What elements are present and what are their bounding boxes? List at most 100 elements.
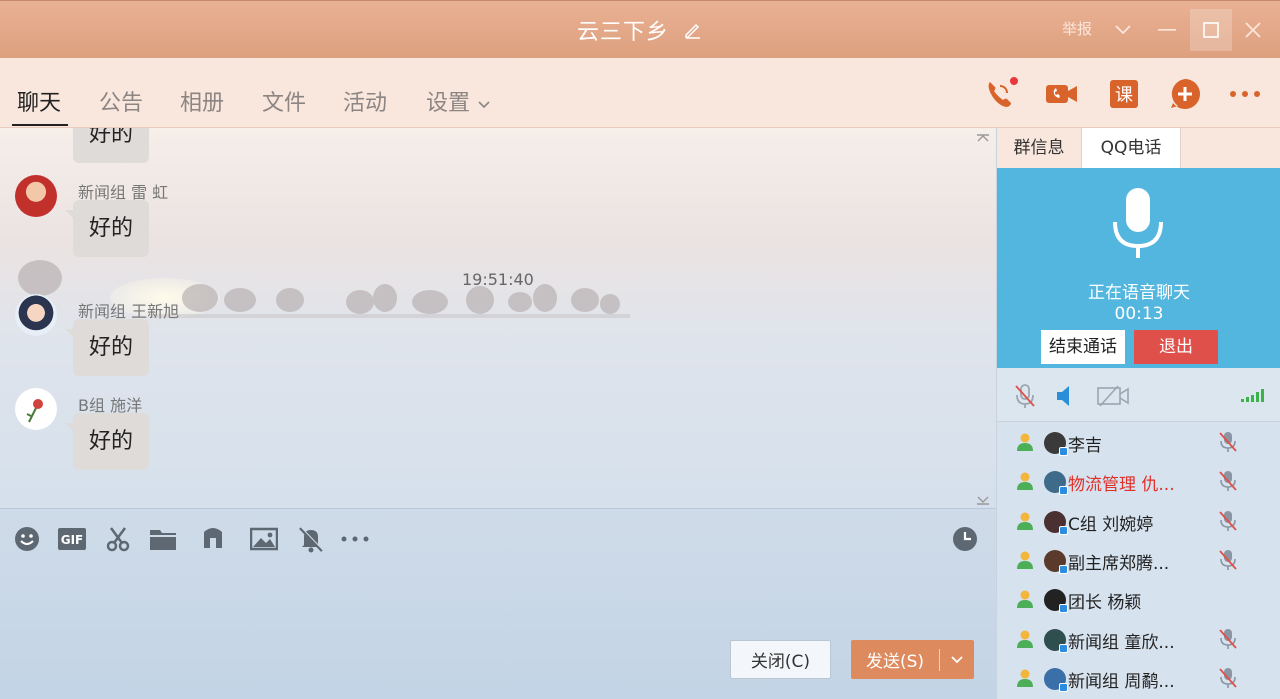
exit-button[interactable]: 退出	[1134, 330, 1218, 364]
title-bar: 云三下乡 举报	[0, 0, 1280, 58]
member-row[interactable]: 李吉	[997, 423, 1280, 462]
add-icon[interactable]	[1167, 76, 1203, 112]
member-row[interactable]: C组 刘婉婷	[997, 502, 1280, 541]
settings-chevron-icon	[478, 101, 490, 109]
member-row[interactable]: 新闻组 童欣...	[997, 620, 1280, 659]
member-status-icon	[1015, 550, 1035, 574]
member-status-icon	[1015, 511, 1035, 535]
member-avatar[interactable]	[1044, 667, 1068, 692]
chevron-down-icon[interactable]	[1102, 9, 1144, 51]
send-button[interactable]: 发送(S)	[851, 640, 974, 679]
member-status-icon	[1015, 589, 1035, 613]
avatar[interactable]	[15, 294, 57, 336]
lesson-icon[interactable]: 课	[1106, 76, 1142, 112]
scroll-bottom-icon[interactable]	[976, 494, 990, 508]
member-muted-mic-icon[interactable]	[1218, 549, 1238, 575]
close-button[interactable]: 关闭(C)	[730, 640, 831, 679]
tab-activity[interactable]: 活动	[343, 85, 387, 117]
member-device-badge	[1059, 525, 1068, 535]
tab-settings[interactable]: 设置	[426, 85, 491, 117]
avatar[interactable]	[15, 175, 57, 217]
member-avatar[interactable]	[1044, 628, 1068, 653]
member-device-badge	[1059, 643, 1068, 653]
voice-call-panel: 正在语音聊天 00:13 结束通话 退出	[997, 168, 1280, 368]
right-panel: 群信息 QQ电话 正在语音聊天 00:13 结束通话 退出 李吉 物流管理 仇.…	[996, 128, 1280, 699]
member-avatar[interactable]	[1044, 510, 1068, 535]
member-name: 物流管理 仇...	[1068, 475, 1175, 496]
member-name: 新闻组 周鹬...	[1068, 671, 1175, 692]
history-clock-icon[interactable]	[950, 524, 980, 554]
microphone-icon	[1113, 188, 1163, 258]
member-row[interactable]: 团长 杨颖	[997, 580, 1280, 619]
minimize-icon[interactable]	[1146, 9, 1188, 51]
member-muted-mic-icon[interactable]	[1218, 628, 1238, 654]
member-status-icon	[1015, 668, 1035, 692]
signal-strength-icon	[1241, 389, 1264, 402]
member-row[interactable]: 新闻组 周鹬...	[997, 659, 1280, 698]
member-name: 团长 杨颖	[1068, 593, 1142, 614]
tab-files[interactable]: 文件	[262, 85, 306, 117]
message-bubble[interactable]: 好的	[64, 200, 150, 257]
close-icon[interactable]	[1232, 9, 1274, 51]
call-duration: 00:13	[1114, 304, 1164, 324]
scroll-top-icon[interactable]	[976, 130, 990, 146]
message-bubble[interactable]: 好的	[64, 319, 150, 376]
more-tools-icon[interactable]	[340, 524, 370, 554]
member-device-badge	[1059, 564, 1068, 574]
message-input-area[interactable]: GIF 关闭(C) 发送(S)	[0, 508, 996, 699]
avatar[interactable]	[15, 388, 57, 430]
member-name: C组 刘婉婷	[1068, 514, 1154, 535]
window-title: 云三下乡	[576, 20, 669, 45]
member-avatar[interactable]	[1044, 549, 1068, 574]
send-button-label: 发送(S)	[865, 652, 925, 672]
member-avatar[interactable]	[1044, 432, 1068, 456]
tab-album[interactable]: 相册	[180, 85, 224, 117]
camera-off-icon[interactable]	[1097, 384, 1129, 408]
image-icon[interactable]	[249, 524, 279, 554]
member-name: 新闻组 童欣...	[1068, 632, 1175, 653]
maximize-icon[interactable]	[1190, 9, 1232, 51]
message-bubble[interactable]: 好的	[73, 128, 150, 163]
member-muted-mic-icon[interactable]	[1218, 470, 1238, 496]
tab-chat[interactable]: 聊天	[17, 85, 61, 117]
scissors-icon[interactable]	[103, 524, 133, 554]
phone-call-icon[interactable]	[982, 76, 1018, 112]
member-device-badge	[1059, 682, 1068, 692]
mute-bell-icon[interactable]	[296, 524, 326, 554]
music-icon[interactable]	[198, 524, 228, 554]
report-link[interactable]: 举报	[1062, 18, 1092, 39]
member-muted-mic-icon[interactable]	[1218, 667, 1238, 693]
edit-title-icon[interactable]	[683, 20, 703, 46]
emoji-icon[interactable]	[12, 524, 42, 554]
video-call-icon[interactable]	[1044, 76, 1080, 112]
more-icon[interactable]	[1227, 76, 1263, 112]
member-avatar[interactable]	[1044, 589, 1068, 614]
member-row[interactable]: 副主席郑腾...	[997, 541, 1280, 580]
end-call-button[interactable]: 结束通话	[1041, 330, 1125, 364]
tab-announcement[interactable]: 公告	[99, 85, 143, 117]
message-bubble[interactable]: 好的	[64, 413, 150, 470]
folder-icon[interactable]	[148, 524, 178, 554]
mic-muted-icon[interactable]	[1013, 383, 1037, 409]
tab-qq-call[interactable]: QQ电话	[1081, 128, 1181, 168]
tab-group-info[interactable]: 群信息	[997, 128, 1081, 168]
member-muted-mic-icon[interactable]	[1218, 510, 1238, 536]
member-row[interactable]: 物流管理 仇...	[997, 462, 1280, 501]
voice-status: 正在语音聊天	[1088, 283, 1190, 303]
tab-bar: 聊天 公告 相册 文件 活动 设置 课	[0, 58, 1280, 128]
active-tab-underline	[12, 124, 68, 126]
send-options-chevron-icon[interactable]	[940, 655, 974, 665]
call-controls	[997, 368, 1280, 422]
tab-settings-label: 设置	[426, 91, 471, 116]
member-status-icon	[1015, 432, 1035, 456]
member-avatar[interactable]	[1044, 471, 1068, 496]
member-status-icon	[1015, 629, 1035, 653]
member-muted-mic-icon[interactable]	[1218, 431, 1238, 457]
member-status-icon	[1015, 471, 1035, 495]
gif-icon[interactable]: GIF	[57, 524, 87, 554]
speaker-icon[interactable]	[1055, 384, 1075, 408]
message-timestamp: 19:51:40	[462, 270, 534, 289]
member-device-badge	[1059, 447, 1068, 456]
chat-area[interactable]: 好的 新闻组 雷 虹 好的 19:51:40 新闻组 王新旭 好的 B组 施洋 …	[0, 128, 996, 508]
member-name: 李吉	[1068, 436, 1102, 456]
